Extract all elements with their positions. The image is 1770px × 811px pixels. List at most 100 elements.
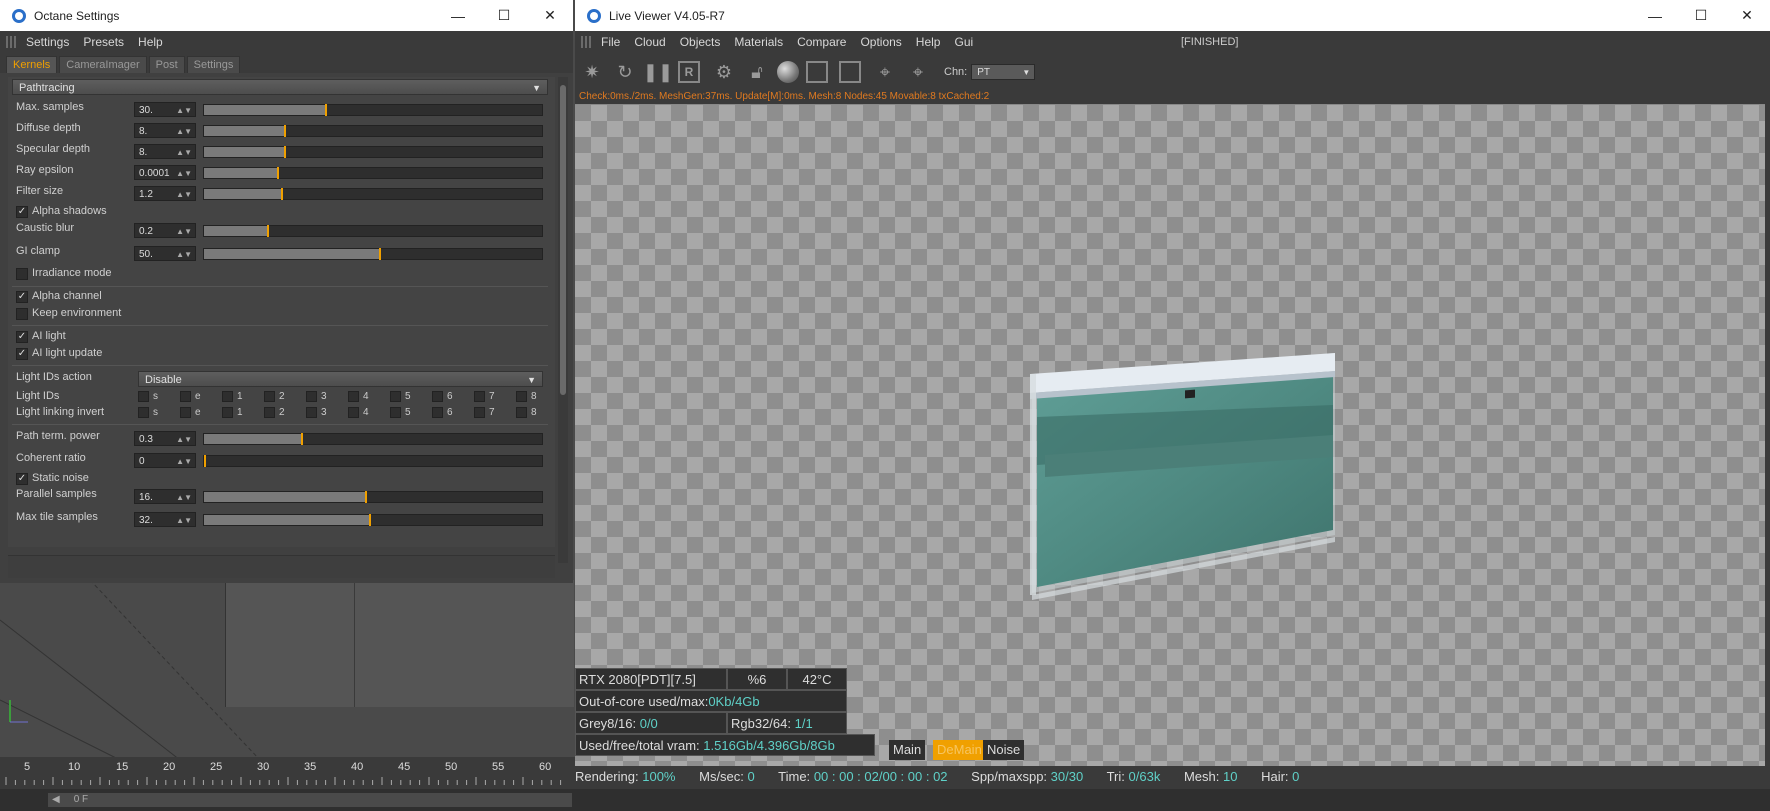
- param-number-field[interactable]: 8. ▲▼: [134, 144, 196, 159]
- checkbox[interactable]: [222, 391, 233, 402]
- light-id-option[interactable]: 6: [432, 407, 453, 421]
- checkbox[interactable]: [306, 407, 317, 418]
- checkbox[interactable]: [222, 407, 233, 418]
- checkbox[interactable]: [432, 391, 443, 402]
- scrollbar-thumb[interactable]: [560, 85, 566, 395]
- light-id-option[interactable]: 1: [222, 407, 243, 421]
- slider-knob[interactable]: [284, 146, 287, 158]
- slider-knob[interactable]: [280, 188, 283, 200]
- light-id-option[interactable]: 4: [348, 391, 369, 405]
- checkbox[interactable]: [474, 407, 485, 418]
- spinner-icon[interactable]: ▲▼: [176, 432, 192, 447]
- checkbox[interactable]: [306, 391, 317, 402]
- param-number-field[interactable]: 0.3 ▲▼: [134, 431, 196, 446]
- light-id-option[interactable]: 6: [432, 391, 453, 405]
- material-pick-icon[interactable]: ⌖: [905, 59, 931, 85]
- settings-gear-icon[interactable]: ⚙: [711, 59, 737, 85]
- light-id-option[interactable]: 7: [474, 391, 495, 405]
- ai-light-update-checkbox[interactable]: ✓: [16, 348, 28, 360]
- kernel-dropdown[interactable]: Pathtracing ▼: [12, 79, 548, 95]
- light-id-option[interactable]: e: [180, 391, 201, 405]
- param-slider[interactable]: [203, 225, 543, 237]
- light-id-option[interactable]: 2: [264, 407, 285, 421]
- slider-knob[interactable]: [301, 433, 304, 445]
- frame-field[interactable]: ◀ 0 F: [48, 793, 572, 807]
- close-button[interactable]: ✕: [527, 0, 573, 31]
- keep-environment-checkbox[interactable]: [16, 308, 28, 320]
- light-id-option[interactable]: s: [138, 407, 158, 421]
- restart-icon[interactable]: ↻: [612, 59, 638, 85]
- checkbox[interactable]: [180, 407, 191, 418]
- irradiance-checkbox[interactable]: [16, 268, 28, 280]
- slider-knob[interactable]: [277, 167, 280, 179]
- minimize-button[interactable]: —: [1632, 0, 1678, 31]
- menu-gui[interactable]: Gui: [954, 35, 973, 49]
- menu-help[interactable]: Help: [138, 35, 163, 49]
- minimize-button[interactable]: —: [435, 0, 481, 31]
- spinner-icon[interactable]: ▲▼: [176, 513, 192, 528]
- menu-presets[interactable]: Presets: [83, 35, 124, 49]
- static-noise-checkbox[interactable]: ✓: [16, 473, 28, 485]
- timeline[interactable]: 5 10 15 20 25 30 35 40 45 50 55 60: [0, 757, 575, 789]
- checkbox[interactable]: [348, 407, 359, 418]
- maximize-button[interactable]: ☐: [481, 0, 527, 31]
- pass-main[interactable]: Main: [889, 740, 926, 760]
- spinner-icon[interactable]: ▲▼: [176, 187, 192, 202]
- checkbox[interactable]: [264, 407, 275, 418]
- checkbox[interactable]: [348, 391, 359, 402]
- slider-knob[interactable]: [324, 104, 327, 116]
- param-slider[interactable]: [203, 104, 543, 116]
- sub-sampling-icon[interactable]: [839, 61, 861, 83]
- render-canvas[interactable]: [575, 105, 1765, 766]
- checkbox[interactable]: [138, 407, 149, 418]
- menu-settings[interactable]: Settings: [26, 35, 69, 49]
- param-number-field[interactable]: 0.0001 ▲▼: [134, 165, 196, 180]
- light-id-option[interactable]: 2: [264, 391, 285, 405]
- menu-objects[interactable]: Objects: [680, 35, 721, 49]
- light-id-option[interactable]: 8: [516, 407, 537, 421]
- param-number-field[interactable]: 0 ▲▼: [134, 453, 196, 468]
- slider-knob[interactable]: [267, 225, 270, 237]
- light-id-option[interactable]: 5: [390, 391, 411, 405]
- spinner-icon[interactable]: ▲▼: [176, 166, 192, 181]
- light-id-option[interactable]: s: [138, 391, 158, 405]
- close-button[interactable]: ✕: [1724, 0, 1770, 31]
- param-slider[interactable]: [203, 248, 543, 260]
- slider-knob[interactable]: [365, 491, 368, 503]
- param-number-field[interactable]: 16. ▲▼: [134, 489, 196, 504]
- slider-knob[interactable]: [378, 248, 381, 260]
- checkbox[interactable]: [432, 407, 443, 418]
- param-number-field[interactable]: 0.2 ▲▼: [134, 223, 196, 238]
- alpha-shadows-checkbox[interactable]: ✓: [16, 206, 28, 218]
- param-slider[interactable]: [203, 125, 543, 137]
- light-id-option[interactable]: 8: [516, 391, 537, 405]
- light-id-option[interactable]: 3: [306, 407, 327, 421]
- light-id-option[interactable]: 3: [306, 391, 327, 405]
- param-slider[interactable]: [203, 433, 543, 445]
- send-scene-icon[interactable]: ✷: [579, 59, 605, 85]
- octane-titlebar[interactable]: Octane Settings — ☐ ✕: [0, 0, 573, 31]
- octane-scrollbar[interactable]: [558, 77, 568, 563]
- slider-knob[interactable]: [368, 514, 371, 526]
- light-id-option[interactable]: 1: [222, 391, 243, 405]
- spinner-icon[interactable]: ▲▼: [176, 124, 192, 139]
- live-viewer-titlebar[interactable]: Live Viewer V4.05-R7 — ☐ ✕: [575, 0, 1770, 31]
- param-number-field[interactable]: 30. ▲▼: [134, 102, 196, 117]
- menu-file[interactable]: File: [601, 35, 620, 49]
- param-slider[interactable]: [203, 455, 543, 467]
- param-number-field[interactable]: 8. ▲▼: [134, 123, 196, 138]
- param-slider[interactable]: [203, 491, 543, 503]
- tab-settings[interactable]: Settings: [186, 56, 241, 73]
- param-number-field[interactable]: 50. ▲▼: [134, 246, 196, 261]
- checkbox[interactable]: [474, 391, 485, 402]
- spinner-icon[interactable]: ▲▼: [176, 145, 192, 160]
- light-id-option[interactable]: 5: [390, 407, 411, 421]
- checkbox[interactable]: [138, 391, 149, 402]
- spinner-icon[interactable]: ▲▼: [176, 454, 192, 469]
- light-id-option[interactable]: 4: [348, 407, 369, 421]
- material-ball-icon[interactable]: [777, 61, 799, 83]
- region-render-icon[interactable]: R: [678, 61, 700, 83]
- menu-help[interactable]: Help: [916, 35, 941, 49]
- param-slider[interactable]: [203, 167, 543, 179]
- menu-compare[interactable]: Compare: [797, 35, 846, 49]
